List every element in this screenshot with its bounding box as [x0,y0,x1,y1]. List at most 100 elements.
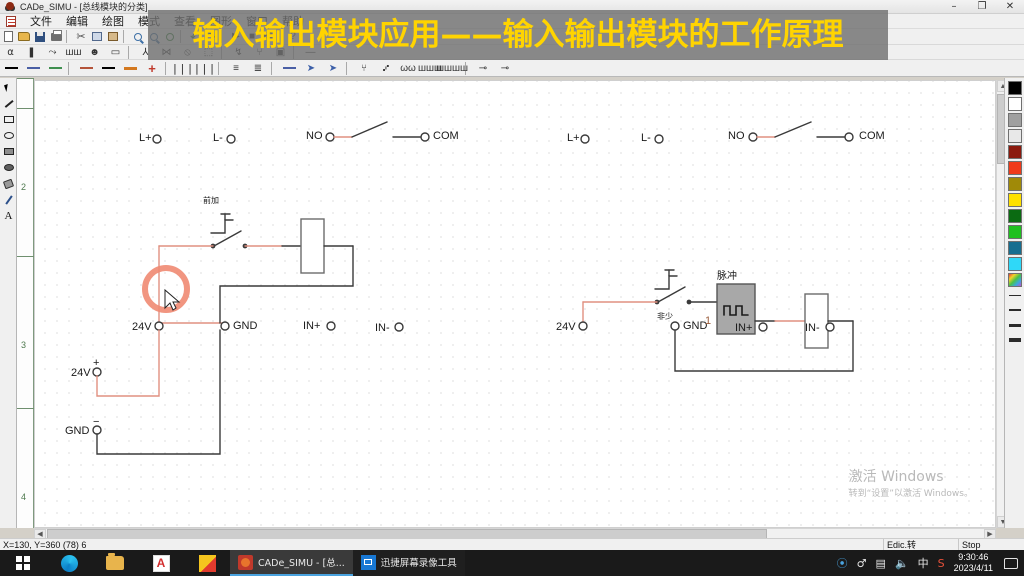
swatch-rainbow[interactable] [1007,273,1022,287]
swatch-olive[interactable] [1007,177,1022,191]
autocad-icon[interactable]: A [138,550,184,576]
maximize-button[interactable]: ❐ [968,0,996,14]
label-supply-24v: 24V [71,367,91,379]
label-supply-gnd: GND [65,425,90,437]
wire-dark-icon[interactable] [97,61,119,76]
label-in-minus-right: IN- [805,322,820,334]
screen-recorder-icon [360,554,376,570]
swatch-white[interactable] [1007,97,1022,111]
taskbar-window-recorder-label: 迅捷屏幕录像工具 [380,558,457,569]
menu-item-draw[interactable]: 绘图 [95,14,131,29]
taskbar-window-recorder[interactable]: 迅捷屏幕录像工具 [352,550,465,576]
motor-coil-icon[interactable]: шш [63,45,84,59]
swatch-gray[interactable] [1007,113,1022,127]
toolbar-separator [128,45,133,59]
filled-ellipse-icon[interactable] [1,160,16,175]
toolbar-separator [346,61,351,75]
coil4-icon[interactable]: шшшш [436,61,468,76]
filled-rectangle-icon[interactable] [1,144,16,159]
swatch-dark-red[interactable] [1007,145,1022,159]
swatch-green[interactable] [1007,225,1022,239]
taskbar-window-cadesimu[interactable]: CADe_SIMU - [总... [230,550,353,576]
terminal-left-icon[interactable]: ⊸ [472,61,494,76]
label-com-left: COM [433,130,459,142]
line-width-2[interactable] [1008,304,1022,316]
junction-add-icon[interactable]: + [141,61,163,76]
swatch-dark-green[interactable] [1007,209,1022,223]
arrow2-blue-icon[interactable]: ➤ [322,61,344,76]
line-icon[interactable] [1,96,16,111]
swatch-red[interactable] [1007,161,1022,175]
notification-icon[interactable] [1004,557,1018,569]
copy-icon[interactable] [89,30,105,44]
minimize-button[interactable]: – [940,0,968,14]
wire-blue-icon[interactable] [22,61,44,76]
cut-icon[interactable]: ✂ [73,30,89,44]
pushbutton-icon[interactable]: ⍺ [0,45,21,59]
menu-item-edit[interactable]: 编辑 [59,14,95,29]
arrow-blue-icon[interactable]: ➤ [300,61,322,76]
share-icon[interactable]: ⦿ [837,558,848,569]
volume-muted-icon[interactable]: 🔈 [895,558,909,569]
wire-orange-icon[interactable] [119,61,141,76]
swatch-black[interactable] [1007,81,1022,95]
coil2-icon[interactable]: ωω [397,61,419,76]
line-width-4[interactable] [1008,334,1022,346]
arrow-cursor-icon[interactable] [1,80,16,95]
relay-icon[interactable]: ▭ [105,45,126,59]
save-icon[interactable] [32,30,48,44]
open-file-icon[interactable] [16,30,32,44]
line-width-3[interactable] [1008,319,1022,331]
drawing-canvas[interactable]: L+ L- NO COM 24V GND IN+ IN- 24V + GND −… [34,80,996,528]
window-title: CADe_SIMU - [总线模块的分类] [20,2,148,12]
status-mode: Edic.转 [884,538,959,551]
line-width-1[interactable] [1008,289,1022,301]
microphone-icon[interactable]: ♂ [857,558,867,569]
terminal-right-icon[interactable]: ⊸ [494,61,516,76]
breaker-icon[interactable]: ⤳ [42,45,63,59]
edge-icon[interactable] [46,550,92,576]
align-left-icon[interactable]: ≡ [225,61,247,76]
align-right-icon[interactable]: ≣ [247,61,269,76]
wire-red-icon[interactable] [75,61,97,76]
paste-icon[interactable] [105,30,121,44]
eyedropper-icon[interactable] [1,192,16,207]
ruler-label-3: 3 [21,340,27,350]
autocad-letter: A [152,554,170,572]
vertical-ruler: 2 3 4 [17,78,34,528]
sogou-icon[interactable]: S [938,558,945,569]
wps-icon[interactable] [184,550,230,576]
swatch-teal[interactable] [1007,241,1022,255]
rectangle-icon[interactable] [1,112,16,127]
ime-chinese-icon[interactable]: 中 [918,558,929,569]
file-explorer-icon[interactable] [92,550,138,576]
contact-icon[interactable]: ❚ [21,45,42,59]
fuse-icon[interactable]: ⑂ [353,61,375,76]
wire-green-icon[interactable] [44,61,66,76]
three-phase-icon[interactable]: ||| [172,61,194,76]
start-button[interactable] [0,550,46,576]
display-icon[interactable]: ▤ [876,558,886,569]
clock-date: 2023/4/11 [953,563,993,573]
new-file-icon[interactable] [0,30,16,44]
wire-black-icon[interactable] [0,61,22,76]
label-supply-minus: − [93,416,99,428]
taskbar-clock[interactable]: 9:30:46 2023/4/11 [954,552,993,574]
zoom-in-icon[interactable] [130,30,146,44]
thermal-icon[interactable]: ⑇ [375,61,397,76]
drawing-tool-palette: A [0,78,17,528]
print-icon[interactable] [48,29,64,44]
close-button[interactable]: ✕ [996,0,1024,14]
ellipse-icon[interactable] [1,128,16,143]
link-blue-icon[interactable] [278,61,300,76]
color-palette [1004,78,1024,528]
swatch-yellow[interactable] [1007,193,1022,207]
menu-item-file[interactable]: 文件 [23,14,59,29]
paint-bucket-icon[interactable] [1,176,16,191]
swatch-cyan[interactable] [1007,257,1022,271]
text-a-icon[interactable]: A [1,208,16,223]
motor-icon[interactable]: ☻ [84,45,105,59]
label-l-plus-left: L+ [139,132,152,144]
bus-icon[interactable]: ||| [194,61,216,76]
swatch-light-gray[interactable] [1007,129,1022,143]
